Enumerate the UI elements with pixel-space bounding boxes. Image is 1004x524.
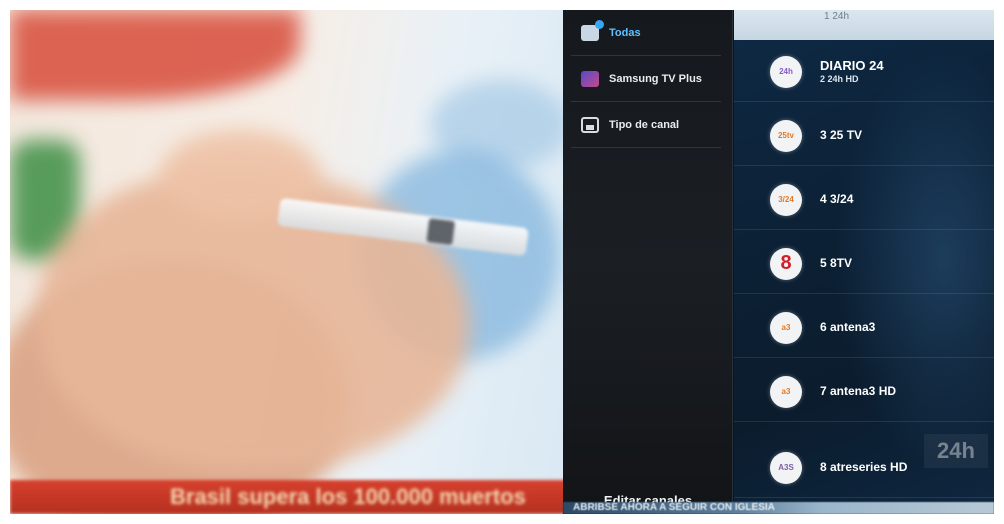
channel-label: 6 antena3 [820, 320, 876, 334]
menu-item-label: Samsung TV Plus [609, 72, 702, 85]
channel-logo: 24h [770, 55, 802, 88]
menu-item-tipo-de-canal[interactable]: Tipo de canal [571, 102, 721, 148]
channel-item[interactable]: a3 6 antena3 [734, 298, 994, 358]
channel-logo: a3 [770, 311, 802, 344]
channel-item[interactable]: a3 7 antena3 HD [734, 362, 994, 422]
menu-item-samsung-tv-plus[interactable]: Samsung TV Plus [571, 56, 721, 102]
live-video: Brasil supera los 100.000 muertos [10, 10, 570, 514]
channel-label: 8 atreseries HD [820, 460, 908, 474]
channel-type-icon [581, 116, 599, 133]
all-channels-icon [581, 19, 604, 41]
channel-item[interactable]: 3/24 4 3/24 [734, 170, 994, 230]
channel-logo: a3 [770, 375, 802, 408]
channel-item[interactable]: 25tv 3 25 TV [734, 106, 994, 166]
channel-label: 7 antena3 HD [820, 384, 897, 398]
channel-logo: 3/24 [770, 183, 802, 216]
channel-item[interactable]: 8 5 8TV [734, 234, 994, 294]
channel-label: 3 25 TV [820, 128, 863, 142]
tv-plus-icon [581, 70, 599, 87]
channel-watermark: 24h [924, 434, 988, 468]
channel-list-partial-item: 1 24h [734, 10, 994, 40]
channel-category-menu: Todas Samsung TV Plus Tipo de canal Edit… [563, 10, 733, 514]
menu-item-label: Todas [609, 26, 641, 39]
channel-label: 5 8TV [820, 256, 853, 270]
channel-logo: 8 [770, 247, 802, 280]
tv-screen: Brasil supera los 100.000 muertos Todas … [10, 10, 994, 514]
channel-list: 1 24h 24h DIARIO 24 2 24h HD 25tv 3 25 T… [734, 10, 994, 514]
channel-name: DIARIO 24 [820, 57, 884, 73]
bottom-news-strip: ABRIBSE AHORA A SEGUIR CON IGLESIA [563, 502, 994, 514]
channel-label: 4 3/24 [820, 192, 854, 206]
channel-number: 2 24h HD [820, 73, 859, 84]
channel-item[interactable]: 24h DIARIO 24 2 24h HD [734, 42, 994, 102]
video-blur-shape [10, 10, 300, 100]
channel-logo: A3S [770, 451, 802, 484]
news-ticker: Brasil supera los 100.000 muertos [10, 480, 570, 514]
menu-item-todas[interactable]: Todas [571, 10, 721, 56]
menu-item-label: Tipo de canal [609, 118, 680, 131]
channel-logo: 25tv [770, 119, 802, 152]
